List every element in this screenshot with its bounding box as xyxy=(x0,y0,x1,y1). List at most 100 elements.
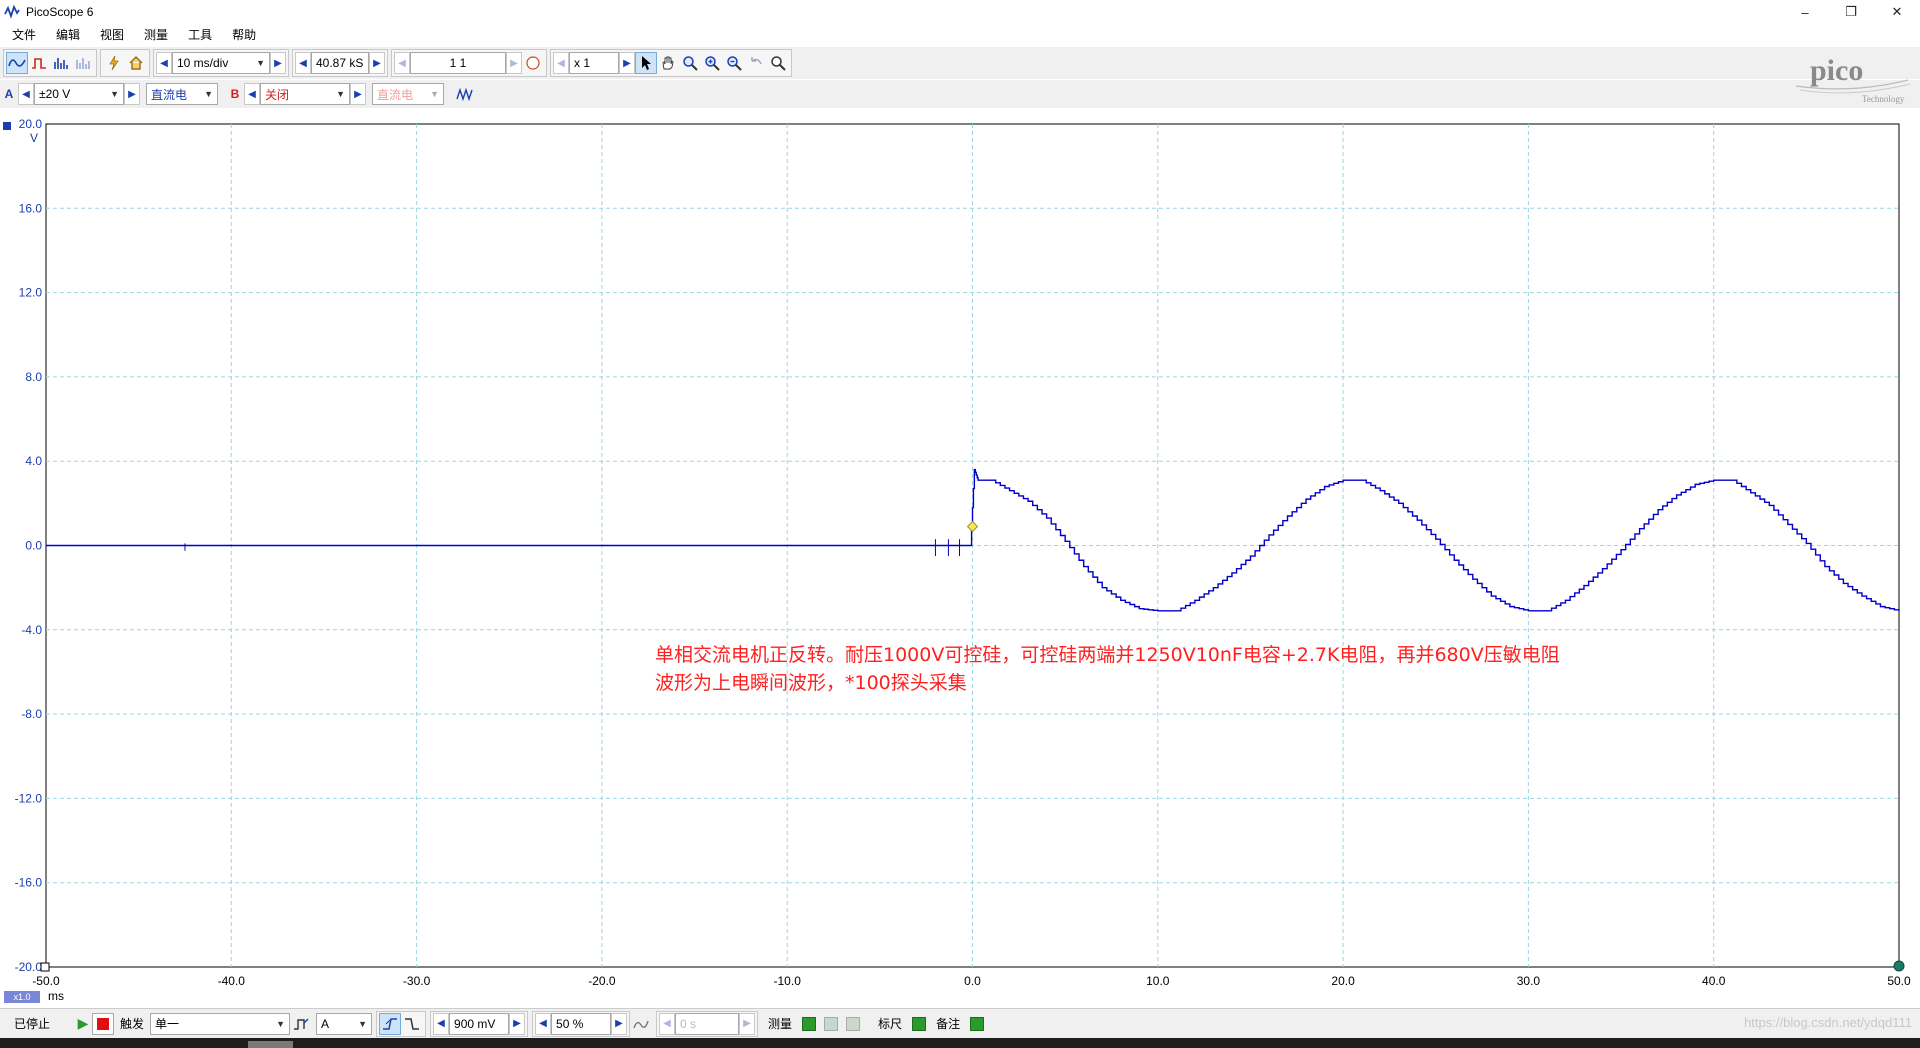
channel-a-range-value: ±20 V xyxy=(39,87,71,101)
menu-measure[interactable]: 测量 xyxy=(136,26,176,43)
x-axis-unit: ms xyxy=(48,989,64,1003)
zoom-area-icon[interactable] xyxy=(679,52,701,74)
zoom-value: x 1 xyxy=(574,56,591,70)
window-title: PicoScope 6 xyxy=(26,5,94,19)
menu-help[interactable]: 帮助 xyxy=(224,26,264,43)
y-tick-label: 20.0 xyxy=(19,117,43,131)
y-tick-label: -4.0 xyxy=(21,623,42,637)
add-measurement-icon[interactable] xyxy=(802,1016,817,1031)
serial-decoding-icon[interactable] xyxy=(72,52,94,74)
restore-button[interactable]: ❐ xyxy=(1828,0,1874,24)
notes-icon[interactable] xyxy=(970,1016,985,1031)
y-tick-label: 12.0 xyxy=(19,286,43,300)
ruler-handle[interactable] xyxy=(1893,960,1905,972)
samples-field[interactable]: 40.87 kS xyxy=(311,52,369,74)
bottom-strip xyxy=(0,1038,1920,1048)
samples-next-icon[interactable]: ▶ xyxy=(369,52,385,74)
zoom-in-icon[interactable] xyxy=(701,52,723,74)
persistence-mode-icon[interactable] xyxy=(28,52,50,74)
trigger-mode-select[interactable]: 单一 ▼ xyxy=(150,1012,291,1035)
menu-edit[interactable]: 编辑 xyxy=(48,26,88,43)
delay-value: 0 s xyxy=(680,1016,697,1031)
scope-chart[interactable]: 20.0 16.0 12.0 8.0 4.0 0.0 -4.0 -8.0 -12.0 -16.0 -… xyxy=(0,110,1920,1010)
stop-button[interactable] xyxy=(92,1012,115,1035)
channel-b-range-prev-icon[interactable]: ◀ xyxy=(244,83,260,105)
time-axis-marker[interactable] xyxy=(40,962,50,972)
delay-prev-icon[interactable]: ◀ xyxy=(659,1012,676,1035)
timebase-select[interactable]: 10 ms/div ▼ xyxy=(172,52,270,74)
x-tick-label: 20.0 xyxy=(1331,974,1355,988)
pretrigger-next-icon[interactable]: ▶ xyxy=(611,1012,628,1035)
samples-group: ◀ 40.87 kS ▶ xyxy=(292,49,388,77)
threshold-next-icon[interactable]: ▶ xyxy=(509,1012,526,1035)
trigger-mode-value: 单一 xyxy=(155,1017,180,1031)
chevron-down-icon: ▼ xyxy=(204,89,213,99)
zoom-overview-icon[interactable] xyxy=(767,52,789,74)
delete-measurement-icon[interactable] xyxy=(846,1016,861,1031)
home-icon[interactable] xyxy=(125,52,147,74)
threshold-field[interactable]: 900 mV xyxy=(449,1012,510,1035)
zoom-out-icon[interactable] xyxy=(723,52,745,74)
timebase-value: 10 ms/div xyxy=(177,56,229,70)
samples-prev-icon[interactable]: ◀ xyxy=(295,52,311,74)
minimize-button[interactable]: – xyxy=(1782,0,1828,24)
chevron-down-icon: ▼ xyxy=(430,89,439,99)
trigger-source-select[interactable]: A ▼ xyxy=(316,1012,373,1035)
zoom-prev-icon[interactable]: ◀ xyxy=(553,52,569,74)
x-tick-label: 40.0 xyxy=(1702,974,1726,988)
channel-a-coupling-select[interactable]: 直流电 ▼ xyxy=(146,83,218,105)
timebase-next-icon[interactable]: ▶ xyxy=(270,52,286,74)
channel-b-range-next-icon[interactable]: ▶ xyxy=(350,83,366,105)
close-button[interactable]: ✕ xyxy=(1874,0,1920,24)
hand-tool-icon[interactable] xyxy=(657,52,679,74)
buffer-next-icon[interactable]: ▶ xyxy=(506,52,522,74)
buffer-prev-icon[interactable]: ◀ xyxy=(394,52,410,74)
annotation-line-2: 波形为上电瞬间波形，*100探头采集 xyxy=(655,672,967,694)
post-trigger-delay-icon[interactable] xyxy=(630,1013,652,1035)
x-tick-label: -50.0 xyxy=(32,974,60,988)
pretrigger-field[interactable]: 50 % xyxy=(551,1012,612,1035)
channel-b-coupling-select[interactable]: 直流电 ▼ xyxy=(372,83,444,105)
x-tick-label: 10.0 xyxy=(1146,974,1170,988)
delay-field[interactable]: 0 s xyxy=(675,1012,740,1035)
ruler-settings-icon[interactable] xyxy=(912,1016,927,1031)
rising-edge-icon[interactable] xyxy=(379,1012,402,1035)
channel-a-label[interactable]: A xyxy=(0,87,18,101)
scope-mode-icon[interactable] xyxy=(6,52,28,74)
menu-view[interactable]: 视图 xyxy=(92,26,132,43)
channel-b-range-select[interactable]: 关闭 ▼ xyxy=(260,83,350,105)
pretrigger-prev-icon[interactable]: ◀ xyxy=(535,1012,552,1035)
auto-setup-group xyxy=(100,49,150,77)
buffer-value: 1 1 xyxy=(449,56,467,70)
delay-next-icon[interactable]: ▶ xyxy=(739,1012,756,1035)
undo-zoom-icon[interactable] xyxy=(745,52,767,74)
threshold-prev-icon[interactable]: ◀ xyxy=(433,1012,450,1035)
menu-file[interactable]: 文件 xyxy=(4,26,44,43)
buffer-group: ◀ 1 1 ▶ xyxy=(391,49,547,77)
falling-edge-icon[interactable] xyxy=(401,1013,423,1035)
channel-options-icon[interactable] xyxy=(454,83,476,105)
menu-tools[interactable]: 工具 xyxy=(180,26,220,43)
acquisition-state: 已停止 xyxy=(14,1017,51,1031)
buffer-navigator-icon[interactable] xyxy=(522,52,544,74)
zoom-next-icon[interactable]: ▶ xyxy=(619,52,635,74)
auto-setup-icon[interactable] xyxy=(103,52,125,74)
spectrum-mode-icon[interactable] xyxy=(50,52,72,74)
start-icon[interactable]: ▶ xyxy=(74,1015,92,1032)
timebase-prev-icon[interactable]: ◀ xyxy=(156,52,172,74)
channel-a-range-select[interactable]: ±20 V ▼ xyxy=(34,83,124,105)
channel-a-range-prev-icon[interactable]: ◀ xyxy=(18,83,34,105)
zoom-group: ◀ x 1 ▶ xyxy=(550,49,792,77)
edit-measurement-icon[interactable] xyxy=(824,1016,839,1031)
view-mode-group xyxy=(3,49,97,77)
advanced-trigger-icon[interactable] xyxy=(290,1013,312,1035)
channel-a-range-next-icon[interactable]: ▶ xyxy=(124,83,140,105)
annotation-text: 单相交流电机正反转。耐压1000V可控硅，可控硅两端并1250V10nF电容+2… xyxy=(655,641,1560,697)
y-tick-label: -12.0 xyxy=(15,791,43,805)
scope-view[interactable]: 20.0 16.0 12.0 8.0 4.0 0.0 -4.0 -8.0 -12.0 -16.0 -… xyxy=(0,110,1920,1010)
pointer-tool-icon[interactable] xyxy=(635,52,657,74)
zoom-field[interactable]: x 1 xyxy=(569,52,619,74)
channel-b-label[interactable]: B xyxy=(226,87,244,101)
channel-a-marker[interactable] xyxy=(3,122,11,130)
buffer-field[interactable]: 1 1 xyxy=(410,52,506,74)
